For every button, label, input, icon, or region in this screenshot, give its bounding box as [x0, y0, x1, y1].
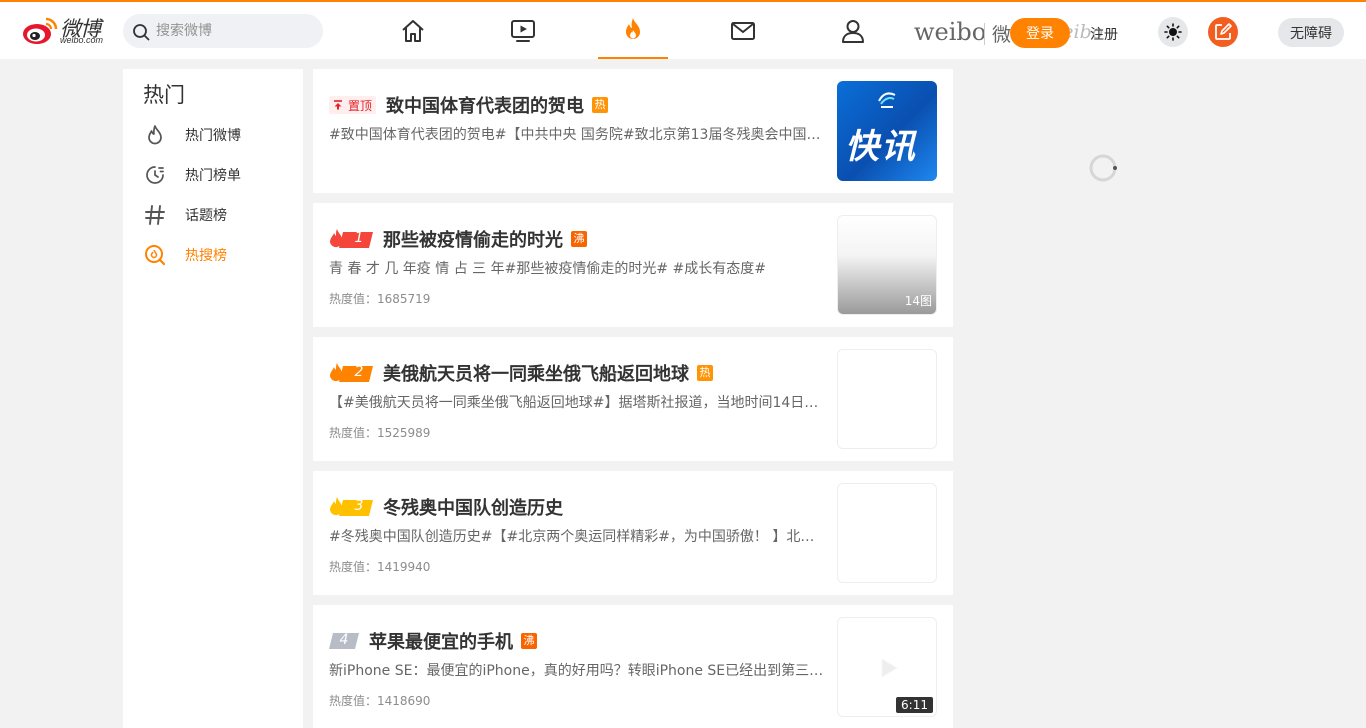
search-hot-icon — [145, 245, 166, 266]
card-title-row: 2 美俄航天员将一同乘坐俄飞船返回地球 热 — [329, 360, 713, 386]
heat-value: 热度值：1419940 — [329, 560, 431, 574]
sidebar-item-label: 热搜榜 — [185, 248, 227, 264]
search-icon — [133, 24, 150, 41]
card-title-row: 1 那些被疫情偷走的时光 沸 — [329, 226, 587, 252]
card-description: #冬残奥中国队创造历史#【#北京两个奥运同样精彩#，为中国骄傲！ 】北京冬残奥会 — [329, 529, 825, 545]
feed-card[interactable]: 1 那些被疫情偷走的时光 沸 青 春 才 几 年疫 情 占 三 年#那些被疫情偷… — [313, 203, 953, 327]
logo-domain: weibo.com — [60, 35, 104, 45]
register-link[interactable]: 注册 — [1090, 24, 1118, 44]
hot-tag: 热 — [697, 365, 713, 381]
rank-number: 4 — [339, 632, 349, 648]
feed-card[interactable]: 置顶 致中国体育代表团的贺电 热 #致中国体育代表团的贺电#【中共中央 国务院#… — [313, 69, 953, 193]
rank-number: 1 — [354, 230, 364, 246]
sidebar-item-label: 热门微博 — [185, 128, 241, 144]
card-title[interactable]: 致中国体育代表团的贺电 — [386, 92, 584, 118]
rank-number: 3 — [354, 498, 364, 514]
search-input[interactable] — [156, 14, 316, 48]
feed-card[interactable]: 2 美俄航天员将一同乘坐俄飞船返回地球 热 【#美俄航天员将一同乘坐俄飞船返回地… — [313, 337, 953, 461]
card-description: #致中国体育代表团的贺电#【中共中央 国务院#致北京第13届冬残奥会中国体育代表… — [329, 127, 825, 143]
sidebar-item-topics[interactable]: 话题榜 — [143, 200, 293, 230]
card-title-row: 4 苹果最便宜的手机 沸 — [329, 628, 537, 654]
video-icon — [511, 19, 535, 42]
boil-tag: 沸 — [521, 633, 537, 649]
play-icon[interactable] — [876, 656, 900, 680]
rank-badge: 4 — [329, 632, 359, 650]
card-title-row: 3 冬残奥中国队创造历史 — [329, 494, 563, 520]
sidebar-title: 热门 — [143, 83, 185, 107]
hot-sidebar: 热门 热门微博 热门榜单 话题榜 热搜榜 — [123, 69, 303, 728]
flame-outline-icon — [148, 125, 162, 145]
card-description: 青 春 才 几 年疫 情 占 三 年#那些被疫情偷走的时光# #成长有态度# — [329, 261, 766, 277]
rank-badge: 3 — [329, 497, 373, 517]
rank-number: 2 — [354, 364, 364, 380]
video-thumbnail[interactable]: 6:11 — [837, 617, 937, 717]
card-thumbnail[interactable]: 14图 — [837, 215, 937, 315]
card-title[interactable]: 那些被疫情偷走的时光 — [383, 226, 563, 252]
card-thumbnail[interactable]: 快讯 — [837, 81, 937, 181]
sidebar-item-hot-search[interactable]: 热搜榜 — [143, 240, 293, 270]
tab-messages[interactable] — [708, 2, 778, 59]
sidebar-item-hot-weibo[interactable]: 热门微博 — [143, 120, 293, 150]
sidebar-item-label: 热门榜单 — [185, 168, 241, 184]
card-description: 新iPhone SE：最便宜的iPhone，真的好用吗？转眼iPhone SE已… — [329, 663, 825, 679]
heat-value: 热度值：1525989 — [329, 426, 431, 440]
tab-hot[interactable] — [598, 2, 668, 59]
feed-card[interactable]: 4 苹果最便宜的手机 沸 新iPhone SE：最便宜的iPhone，真的好用吗… — [313, 605, 953, 728]
clock-list-icon — [146, 166, 164, 184]
image-count: 14图 — [904, 294, 932, 308]
card-thumbnail[interactable] — [837, 483, 937, 583]
card-title[interactable]: 美俄航天员将一同乘坐俄飞船返回地球 — [383, 360, 689, 386]
accessibility-button[interactable]: 无障碍 — [1278, 18, 1344, 47]
search-box[interactable] — [123, 14, 323, 48]
feed-card[interactable]: 3 冬残奥中国队创造历史 #冬残奥中国队创造历史#【#北京两个奥运同样精彩#，为… — [313, 471, 953, 595]
games-emblem-icon — [878, 92, 896, 108]
heat-value: 热度值：1685719 — [329, 292, 431, 306]
sidebar-item-label: 话题榜 — [185, 208, 227, 224]
hashtag-icon — [145, 205, 165, 225]
card-title-row: 置顶 致中国体育代表团的贺电 热 — [329, 92, 609, 118]
home-icon — [402, 19, 424, 42]
hot-tag: 热 — [592, 97, 609, 113]
boil-tag: 沸 — [571, 231, 587, 247]
profile-icon — [842, 19, 864, 43]
tab-video[interactable] — [488, 2, 558, 59]
heat-value: 热度值：1418690 — [329, 694, 431, 708]
top-bar: 微博 weibo.com 搜索微博 weibo weibo 登录 注册 无障碍 — [0, 0, 1366, 59]
tab-home[interactable] — [378, 2, 448, 59]
sidebar-item-hot-list[interactable]: 热门榜单 — [143, 160, 293, 190]
pinned-badge: 置顶 — [329, 96, 377, 114]
compose-icon — [1215, 23, 1232, 40]
rank-badge: 1 — [329, 229, 373, 249]
weibo-eye-icon — [23, 17, 58, 44]
card-description: 【#美俄航天员将一同乘坐俄飞船返回地球#】据塔斯社报道，当地时间14日，俄罗斯国… — [329, 395, 825, 411]
card-thumbnail[interactable] — [837, 349, 937, 449]
loading-spinner-icon — [1089, 154, 1117, 182]
pinned-label: 置顶 — [348, 98, 373, 113]
tab-profile[interactable] — [818, 2, 888, 59]
card-title[interactable]: 冬残奥中国队创造历史 — [383, 494, 563, 520]
weibo-logo[interactable]: 微博 weibo.com — [22, 13, 112, 49]
video-duration: 6:11 — [896, 697, 933, 713]
sun-icon — [1164, 23, 1182, 41]
thumbnail-text: 快讯 — [845, 127, 917, 167]
login-button[interactable]: 登录 — [1010, 18, 1070, 48]
hot-icon — [626, 17, 640, 39]
pin-arrow-icon — [334, 100, 342, 110]
brand-weibo-text: weibo — [914, 18, 987, 46]
brand-divider — [984, 23, 985, 45]
card-title[interactable]: 苹果最便宜的手机 — [369, 628, 513, 654]
rank-badge: 2 — [329, 363, 373, 383]
mail-icon — [731, 21, 755, 40]
theme-toggle-button[interactable] — [1158, 17, 1188, 47]
compose-button[interactable] — [1208, 17, 1238, 47]
